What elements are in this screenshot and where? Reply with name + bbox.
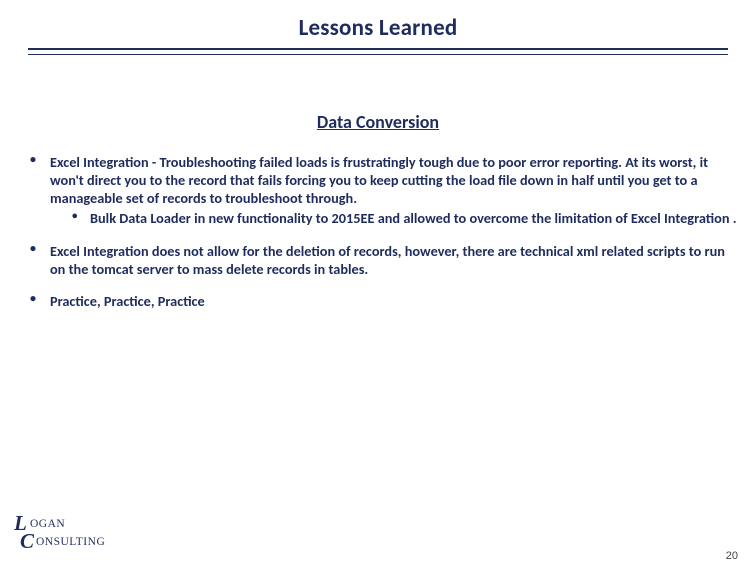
section-heading: Data Conversion: [0, 111, 756, 133]
bullet-text: Excel Integration does not allow for the…: [50, 242, 725, 278]
bullet-text: Excel Integration - Troubleshooting fail…: [50, 153, 708, 208]
list-item: Excel Integration does not allow for the…: [16, 242, 740, 279]
list-item: Bulk Data Loader in new functionality to…: [50, 209, 740, 227]
sub-bullet-text: Bulk Data Loader in new functionality to…: [90, 209, 737, 227]
list-item: Excel Integration - Troubleshooting fail…: [16, 153, 740, 228]
svg-text:C: C: [20, 529, 35, 553]
logo-top-text: OGAN: [30, 518, 65, 530]
title-rule: [28, 48, 728, 55]
logo: L OGAN C ONSULTING: [14, 513, 134, 560]
slide-title: Lessons Learned: [0, 0, 756, 48]
logo-bottom-text: ONSULTING: [36, 536, 105, 548]
slide: Lessons Learned Data Conversion Excel In…: [0, 0, 756, 576]
list-item: Practice, Practice, Practice: [16, 292, 740, 310]
bullet-text: Practice, Practice, Practice: [50, 292, 205, 310]
sub-bullet-list: Bulk Data Loader in new functionality to…: [50, 209, 740, 227]
content-area: Excel Integration - Troubleshooting fail…: [16, 153, 740, 311]
bullet-list: Excel Integration - Troubleshooting fail…: [16, 153, 740, 311]
page-number: 20: [726, 550, 738, 562]
